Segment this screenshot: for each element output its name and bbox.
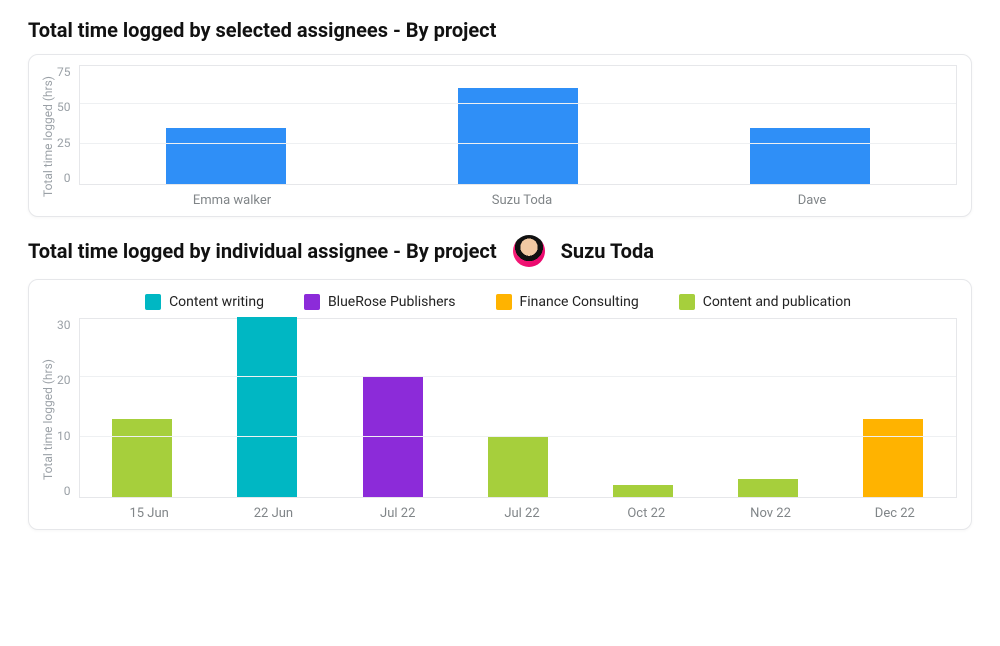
chart2-bars [80, 319, 957, 497]
ytick: 10 [57, 429, 71, 443]
ytick: 75 [57, 65, 71, 79]
gridline [80, 436, 957, 437]
chart2-yaxis: 30 20 10 0 [57, 318, 79, 498]
bar [166, 128, 286, 184]
legend-label: Content and publication [703, 294, 851, 310]
legend-label: Content writing [169, 294, 264, 310]
ytick: 30 [57, 318, 71, 332]
chart2-title: Total time logged by individual assignee… [28, 239, 497, 263]
legend-label: Finance Consulting [520, 294, 639, 310]
ytick: 20 [57, 373, 71, 387]
chart1-yaxis: 75 50 25 0 [57, 65, 79, 185]
gridline [80, 103, 957, 104]
chart2-xaxis: 15 Jun 22 Jun Jul 22 Jul 22 Oct 22 Nov 22 Dec … [57, 498, 957, 521]
chart2-plot [79, 318, 958, 498]
xtick: Emma walker [172, 193, 292, 208]
legend-item: Content and publication [679, 294, 851, 310]
xtick: Jul 22 [368, 506, 428, 521]
ytick: 0 [64, 484, 71, 498]
xtick: Suzu Toda [462, 193, 582, 208]
bar [738, 479, 798, 497]
chart1-title: Total time logged by selected assignees … [28, 18, 972, 42]
section-total-by-selected: Total time logged by selected assignees … [28, 18, 972, 217]
xtick: 22 Jun [243, 506, 303, 521]
chart1-card: Total time logged (hrs) 75 50 25 0 Emma wal… [28, 54, 972, 217]
legend-swatch [304, 294, 320, 310]
legend-swatch [145, 294, 161, 310]
ytick: 50 [57, 100, 71, 114]
chart2-ylabel: Total time logged (hrs) [39, 318, 57, 521]
chart2-legend: Content writing BlueRose Publishers Financ… [39, 290, 957, 318]
chart1-bars [80, 66, 957, 184]
legend-item: Finance Consulting [496, 294, 639, 310]
chart1-xaxis: Emma walker Suzu Toda Dave [57, 185, 957, 208]
xtick: Nov 22 [741, 506, 801, 521]
bar [613, 485, 673, 497]
xtick: Oct 22 [616, 506, 676, 521]
chart1: Total time logged (hrs) 75 50 25 0 Emma wal… [39, 65, 957, 208]
bar [363, 377, 423, 497]
legend-swatch [679, 294, 695, 310]
legend-item: BlueRose Publishers [304, 294, 456, 310]
bar [112, 419, 172, 497]
xtick: 15 Jun [119, 506, 179, 521]
bar [237, 317, 297, 497]
bar [750, 128, 870, 184]
legend-item: Content writing [145, 294, 264, 310]
chart1-ylabel: Total time logged (hrs) [39, 65, 57, 208]
chart2-title-row: Total time logged by individual assignee… [28, 235, 972, 267]
gridline [80, 376, 957, 377]
legend-label: BlueRose Publishers [328, 294, 456, 310]
xtick: Jul 22 [492, 506, 552, 521]
gridline [80, 143, 957, 144]
chart1-plot [79, 65, 958, 185]
ytick: 25 [57, 136, 71, 150]
bar [488, 437, 548, 497]
chart2-card: Content writing BlueRose Publishers Financ… [28, 279, 972, 530]
xtick: Dave [752, 193, 872, 208]
xtick: Dec 22 [865, 506, 925, 521]
section-total-by-individual: Total time logged by individual assignee… [28, 235, 972, 530]
chart2-assignee: Suzu Toda [561, 239, 654, 263]
legend-swatch [496, 294, 512, 310]
bar [863, 419, 923, 497]
page: Total time logged by selected assignees … [0, 0, 1000, 646]
ytick: 0 [64, 171, 71, 185]
avatar [513, 235, 545, 267]
